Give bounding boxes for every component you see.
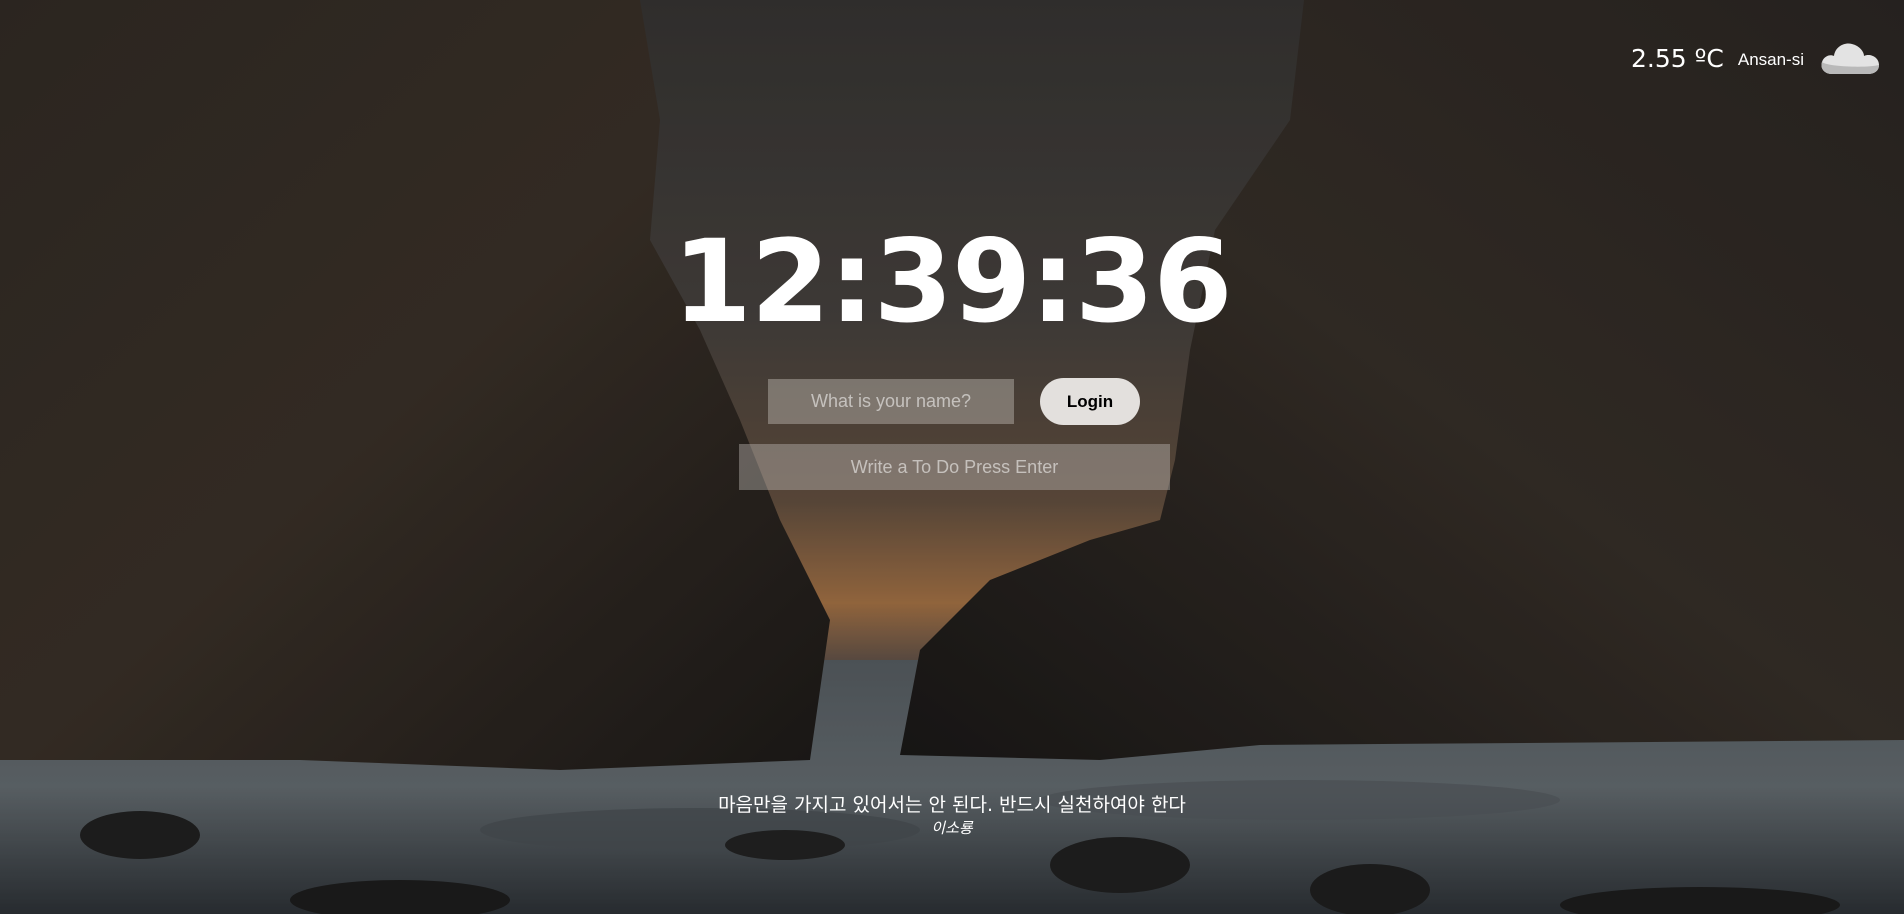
clock-time: 12:39:36 — [672, 215, 1232, 348]
todo-input[interactable] — [739, 444, 1170, 490]
weather-widget: 2.55 ºC Ansan-si — [1631, 36, 1884, 80]
name-input[interactable] — [768, 379, 1014, 424]
quote-text: 마음만을 가지고 있어서는 안 된다. 반드시 실천하여야 한다 — [718, 794, 1186, 816]
quote: 마음만을 가지고 있어서는 안 된다. 반드시 실천하여야 한다 이소룡 — [0, 792, 1904, 838]
quote-author: 이소룡 — [931, 819, 973, 837]
cloud-icon — [1821, 43, 1879, 74]
login-button[interactable]: Login — [1040, 378, 1140, 425]
weather-city: Ansan-si — [1737, 50, 1804, 69]
app-screen: 2.55 ºC Ansan-si 12:39:36 Login 마음만을 가지고… — [0, 0, 1904, 914]
weather-temperature: 2.55 ºC — [1631, 43, 1724, 73]
